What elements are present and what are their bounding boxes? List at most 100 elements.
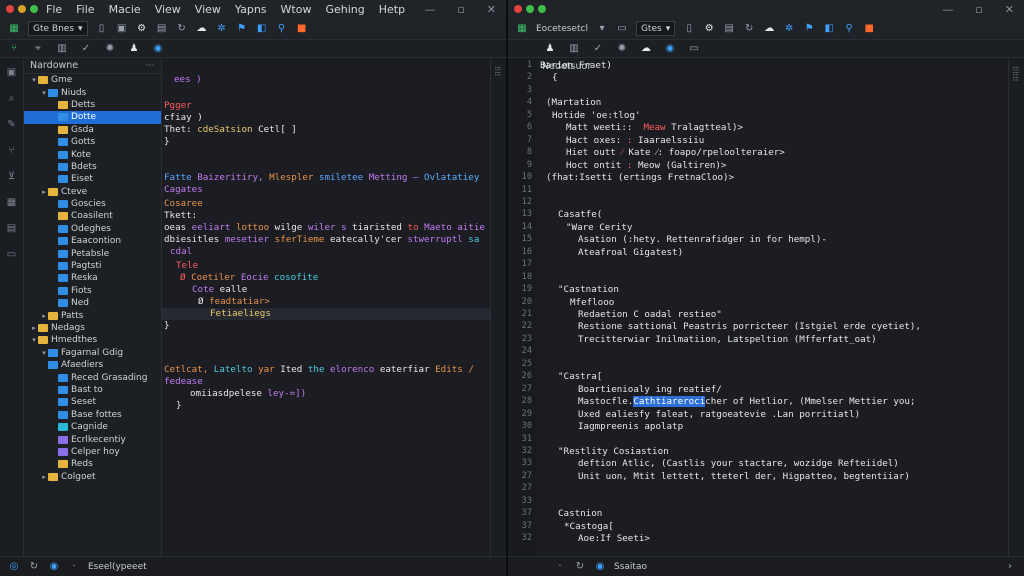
code-line[interactable]: {: [536, 72, 1008, 84]
code-line[interactable]: dbiesitles mesetier sferTieme eatecally'…: [162, 234, 490, 246]
layout-icon[interactable]: ▥: [568, 43, 580, 55]
tree-item[interactable]: Ecrlkecentiy: [24, 433, 161, 445]
menu-item[interactable]: Yapns: [235, 3, 267, 16]
menu-item[interactable]: View: [195, 3, 221, 16]
globe-status-icon[interactable]: ◉: [594, 561, 606, 573]
menu-item[interactable]: View: [155, 3, 181, 16]
code-line[interactable]: fedease: [162, 376, 490, 388]
code-line[interactable]: }: [162, 400, 490, 412]
code-line[interactable]: Cetlcat, Latelto yar Ited the elorenco e…: [162, 364, 490, 376]
chevron-right-icon[interactable]: ▸: [40, 312, 48, 320]
code-line[interactable]: Fetiaeliegs: [162, 308, 490, 320]
tree-item[interactable]: Fiots: [24, 285, 161, 297]
tree-item[interactable]: Detts: [24, 99, 161, 111]
close-icon[interactable]: ✕: [1005, 3, 1014, 16]
tree-item[interactable]: Base fottes: [24, 409, 161, 421]
page-icon[interactable]: ▤: [723, 23, 735, 35]
tree-item[interactable]: Gsda: [24, 124, 161, 136]
tree-item[interactable]: Ned: [24, 297, 161, 309]
status-text-left[interactable]: Eseel(ypeeet: [88, 562, 147, 572]
tree-item[interactable]: Gotts: [24, 136, 161, 148]
menu-item[interactable]: File: [76, 3, 94, 16]
outline-tab[interactable]: ⁞⁞⁞⁞⁞⁞: [1011, 66, 1020, 81]
grid-icon[interactable]: ▦: [8, 23, 20, 35]
cloud-icon[interactable]: ☁: [763, 23, 775, 35]
bell-icon[interactable]: ♟: [128, 43, 140, 55]
code-line[interactable]: Cagates: [162, 184, 490, 196]
code-line[interactable]: }: [162, 136, 490, 148]
tree-item[interactable]: Bdets: [24, 161, 161, 173]
tree-item[interactable]: Celper hoy: [24, 446, 161, 458]
terminal-icon[interactable]: ▤: [6, 222, 18, 234]
tree-item[interactable]: ▸ Patts: [24, 309, 161, 321]
tree-item[interactable]: Afaediers: [24, 359, 161, 371]
tree-item[interactable]: Odeghes: [24, 223, 161, 235]
chevron-right-icon[interactable]: ▸: [30, 324, 38, 332]
split-icon[interactable]: ◧: [823, 23, 835, 35]
code-line[interactable]: Boartienioaly ing reatief/: [536, 384, 1008, 396]
code-line[interactable]: Ø Coetiler Eocie cosofite: [162, 272, 490, 284]
menu-item[interactable]: Gehing: [325, 3, 364, 16]
code-line[interactable]: "Ware Cerity: [536, 222, 1008, 234]
code-line[interactable]: Castnion: [536, 508, 1008, 520]
code-line[interactable]: cfiay ): [162, 112, 490, 124]
bookmark-icon[interactable]: ⌖: [32, 43, 44, 55]
globe-icon[interactable]: ◉: [152, 43, 164, 55]
maximize-dot[interactable]: [526, 5, 534, 13]
code-line[interactable]: Unit uon, Mtit lettett, tteterl der, Hig…: [536, 471, 1008, 483]
code-line[interactable]: ees ): [162, 74, 490, 86]
explorer-icon[interactable]: ▣: [6, 66, 18, 78]
globe-status-icon[interactable]: ◉: [48, 561, 60, 573]
pin-icon[interactable]: ⚲: [843, 23, 855, 35]
code-line[interactable]: Tkett:: [162, 210, 490, 222]
code-line[interactable]: cdal: [162, 246, 490, 258]
tree-item[interactable]: Petabsle: [24, 247, 161, 259]
code-line[interactable]: [536, 197, 1008, 209]
minimize-dot[interactable]: [18, 5, 26, 13]
grid-icon[interactable]: ▦: [516, 23, 528, 35]
code-line[interactable]: Ø feadtatiar>: [162, 296, 490, 308]
sync-icon[interactable]: ↻: [743, 23, 755, 35]
flag-icon[interactable]: ⚑: [236, 23, 248, 35]
code-line[interactable]: Pgger: [162, 100, 490, 112]
panel-icon[interactable]: ▭: [6, 248, 18, 260]
code-line[interactable]: Hiet outt ⁄ Kate ⁄: foapo/rpeloolteraier…: [536, 147, 1008, 159]
close-dot[interactable]: [514, 5, 522, 13]
run-icon[interactable]: ■: [296, 23, 308, 35]
tree-item[interactable]: Eaacontion: [24, 235, 161, 247]
code-line[interactable]: Hoct ontit : Meow (Galtiren)>: [536, 160, 1008, 172]
code-line[interactable]: [536, 346, 1008, 358]
menu-item[interactable]: Fle: [46, 3, 62, 16]
menu-item[interactable]: Wtow: [281, 3, 312, 16]
tree-item[interactable]: Dotte: [24, 111, 161, 124]
filter-icon[interactable]: ⊻: [6, 170, 18, 182]
chevron-right-icon[interactable]: ▸: [40, 188, 48, 196]
tree-item[interactable]: Reced Grasading: [24, 371, 161, 383]
bell-icon[interactable]: ♟: [544, 43, 556, 55]
tree-item[interactable]: ▾ Fagarnal Gdig: [24, 347, 161, 359]
code-line[interactable]: Hact oxes: : Iaaraelssiiu: [536, 135, 1008, 147]
new-file-icon[interactable]: ▯: [96, 23, 108, 35]
code-line[interactable]: "Restlity Cosiastion: [536, 446, 1008, 458]
tree-item[interactable]: ▾ Gme: [24, 74, 161, 86]
debug-icon[interactable]: ✲: [783, 23, 795, 35]
code-line[interactable]: Aoe:If Seeti>: [536, 533, 1008, 545]
cloud-small-icon[interactable]: ☁: [640, 43, 652, 55]
source-control-icon[interactable]: ⑂: [6, 144, 18, 156]
tree-item[interactable]: Reska: [24, 272, 161, 284]
explorer-options-icon[interactable]: ⋯: [146, 60, 156, 71]
layout-icon[interactable]: ▥: [56, 43, 68, 55]
code-line[interactable]: Mastocfle.Cathtiarerocicher of Hetlior, …: [536, 396, 1008, 408]
extensions-icon[interactable]: ▦: [6, 196, 18, 208]
check-icon[interactable]: ✓: [592, 43, 604, 55]
code-line[interactable]: [536, 272, 1008, 284]
flag-icon[interactable]: ⚑: [803, 23, 815, 35]
code-line[interactable]: ⟨Martation: [536, 97, 1008, 109]
tree-item[interactable]: ▾ Hmedthes: [24, 334, 161, 346]
globe-icon[interactable]: ◉: [664, 43, 676, 55]
pin-icon[interactable]: ⚲: [276, 23, 288, 35]
chevron-down-icon[interactable]: ▾: [30, 336, 38, 344]
code-line[interactable]: [536, 259, 1008, 271]
code-line[interactable]: Casatfe(: [536, 209, 1008, 221]
target-combo-right[interactable]: Gtes ▾: [635, 21, 676, 36]
